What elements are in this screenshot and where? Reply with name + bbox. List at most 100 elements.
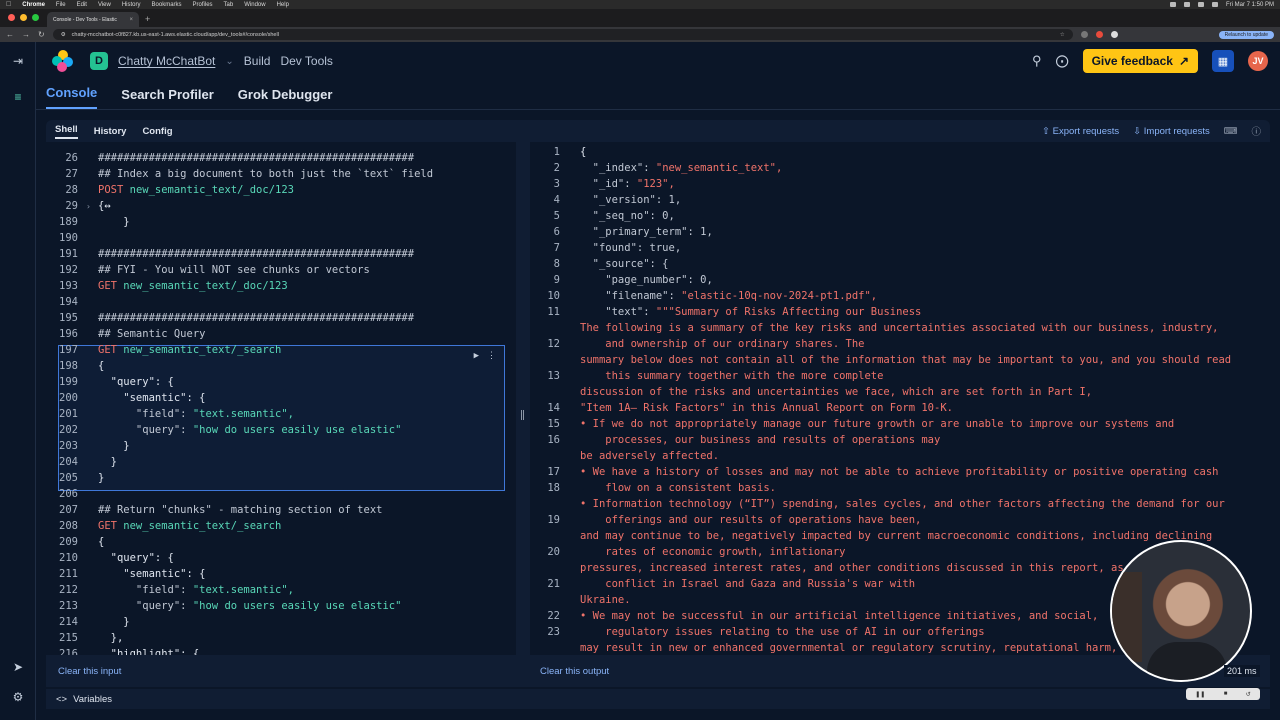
menu-help[interactable]: Help (277, 2, 289, 8)
extension-icon[interactable] (1080, 31, 1088, 38)
editor-code-line[interactable]: "highlight": { (98, 648, 200, 655)
chevron-right-icon[interactable]: › (86, 202, 91, 211)
chevron-down-icon[interactable]: ⌄ (225, 56, 233, 67)
minimize-window-icon[interactable] (20, 14, 27, 21)
tab-grok-debugger[interactable]: Grok Debugger (238, 87, 333, 109)
give-feedback-button[interactable]: Give feedback ↗ (1082, 49, 1198, 73)
search-icon[interactable]: ⚲ (1032, 53, 1042, 69)
keyboard-shortcuts-icon[interactable]: ⌨ (1224, 126, 1238, 137)
editor-code-line[interactable]: "query": "how do users easily use elasti… (98, 424, 402, 436)
menu-file[interactable]: File (56, 2, 66, 8)
editor-code-line[interactable]: GET new_semantic_text/_doc/123 (98, 280, 288, 292)
space-badge[interactable]: D (90, 52, 108, 70)
relaunch-button[interactable]: Relaunch to update (1218, 30, 1274, 39)
editor-code-line[interactable]: "field": "text.semantic", (98, 408, 294, 420)
menubar-app-name[interactable]: Chrome (22, 2, 45, 8)
elastic-logo[interactable] (52, 50, 74, 72)
output-code-line: • We may not be successful in our artifi… (580, 610, 1099, 622)
export-requests-button[interactable]: ⇧ Export requests (1042, 126, 1119, 137)
editor-code-line[interactable]: "query": { (98, 552, 174, 564)
menu-view[interactable]: View (98, 2, 111, 8)
breadcrumb-build[interactable]: Build (244, 54, 271, 68)
close-window-icon[interactable] (8, 14, 15, 21)
menu-tab[interactable]: Tab (224, 2, 234, 8)
status-icon[interactable] (1169, 2, 1176, 7)
editor-code-line[interactable]: ## FYI - You will NOT see chunks or vect… (98, 264, 370, 276)
user-avatar[interactable]: JV (1248, 51, 1268, 71)
editor-code-line[interactable]: {↔ (98, 200, 111, 212)
menubar-clock[interactable]: Fri Mar 7 1:50 PM (1226, 2, 1274, 8)
editor-code-line[interactable]: { (98, 536, 104, 548)
clear-output-button[interactable]: Clear this output (540, 666, 609, 677)
editor-code-line[interactable]: "query": "how do users easily use elasti… (98, 600, 402, 612)
editor-code-line[interactable]: ## Index a big document to both just the… (98, 168, 433, 180)
menu-history[interactable]: History (122, 2, 141, 8)
forward-icon[interactable]: → (22, 30, 30, 39)
import-requests-button[interactable]: ⇩ Import requests (1133, 126, 1210, 137)
breadcrumb-project[interactable]: Chatty McChatBot (118, 54, 215, 68)
tab-shell[interactable]: Shell (55, 124, 78, 139)
browser-tab[interactable]: Console - Dev Tools - Elastic × (47, 12, 139, 27)
restart-icon[interactable]: ↺ (1246, 691, 1251, 698)
app-switcher-icon[interactable]: ▦ (1212, 50, 1234, 72)
editor-code-line[interactable]: ########################################… (98, 248, 414, 260)
menu-window[interactable]: Window (244, 2, 265, 8)
menu-profiles[interactable]: Profiles (193, 2, 213, 8)
help-icon[interactable]: ⨀ (1056, 53, 1069, 69)
expand-nav-icon[interactable]: ⇥ (11, 54, 25, 68)
bookmark-star-icon[interactable]: ☆ (1060, 32, 1065, 38)
reload-icon[interactable]: ↻ (38, 30, 45, 39)
http-method: GET (98, 520, 117, 532)
run-request-icon[interactable]: ▶ (474, 351, 479, 361)
editor-code-line[interactable]: POST new_semantic_text/_doc/123 (98, 184, 294, 196)
back-icon[interactable]: ← (6, 30, 14, 39)
editor-code-line[interactable]: ########################################… (98, 152, 414, 164)
close-tab-icon[interactable]: × (129, 17, 133, 23)
editor-code-line[interactable]: "query": { (98, 376, 174, 388)
request-editor[interactable]: ▶ ⋮ 26 ##################################… (46, 142, 516, 655)
editor-code-line[interactable]: }, (98, 632, 124, 644)
editor-code-line[interactable]: ## Return "chunks" - matching section of… (98, 504, 382, 516)
pause-icon[interactable]: ❚❚ (1195, 691, 1205, 698)
pane-splitter[interactable] (516, 142, 530, 687)
tab-search-profiler[interactable]: Search Profiler (121, 87, 214, 109)
editor-code-line[interactable]: } (98, 472, 104, 484)
editor-code-line[interactable]: } (98, 616, 129, 628)
editor-code-line[interactable]: "semantic": { (98, 568, 205, 580)
editor-code-line[interactable]: ########################################… (98, 312, 414, 324)
editor-code-line[interactable]: "field": "text.semantic", (98, 584, 294, 596)
editor-code-line[interactable]: { (98, 360, 104, 372)
editor-code-line[interactable]: } (98, 456, 117, 468)
help-icon[interactable]: ⓘ (1251, 124, 1261, 138)
tab-config[interactable]: Config (142, 126, 172, 137)
tab-console[interactable]: Console (46, 85, 98, 109)
drag-handle-icon[interactable] (521, 410, 524, 420)
gear-icon[interactable]: ⚙ (11, 690, 25, 704)
editor-footer: Clear this input (46, 655, 516, 687)
tab-history[interactable]: History (94, 126, 127, 137)
editor-code-line[interactable]: GET new_semantic_text/_search (98, 344, 281, 356)
zoom-window-icon[interactable] (32, 14, 39, 21)
editor-code-line[interactable]: ## Semantic Query (98, 328, 205, 340)
editor-code-line[interactable]: } (98, 440, 129, 452)
rocket-icon[interactable]: ➤ (11, 660, 25, 674)
editor-code-line[interactable]: GET new_semantic_text/_search (98, 520, 281, 532)
wifi-icon[interactable] (1197, 2, 1204, 7)
more-actions-icon[interactable]: ⋮ (487, 351, 496, 361)
menu-edit[interactable]: Edit (77, 2, 87, 8)
editor-code-line[interactable]: } (98, 216, 129, 228)
variables-bar[interactable]: <> Variables (46, 689, 1270, 709)
elasticsearch-icon[interactable]: ≡ (11, 90, 25, 104)
profile-icon[interactable] (1110, 31, 1118, 38)
apple-icon[interactable]:  (6, 1, 11, 8)
editor-code-line[interactable]: "semantic": { (98, 392, 205, 404)
stop-icon[interactable]: ■ (1224, 691, 1228, 697)
battery-icon[interactable] (1211, 2, 1218, 7)
extension-icon[interactable] (1095, 31, 1103, 38)
new-tab-icon[interactable]: + (139, 14, 156, 27)
address-bar[interactable]: ⚙ chatty-mcchatbot-c0f827.kb.us-east-1.a… (52, 29, 1073, 40)
status-icon[interactable] (1183, 2, 1190, 7)
menu-bookmarks[interactable]: Bookmarks (152, 2, 182, 8)
site-info-icon[interactable]: ⚙ (61, 32, 66, 38)
clear-input-button[interactable]: Clear this input (58, 666, 121, 677)
